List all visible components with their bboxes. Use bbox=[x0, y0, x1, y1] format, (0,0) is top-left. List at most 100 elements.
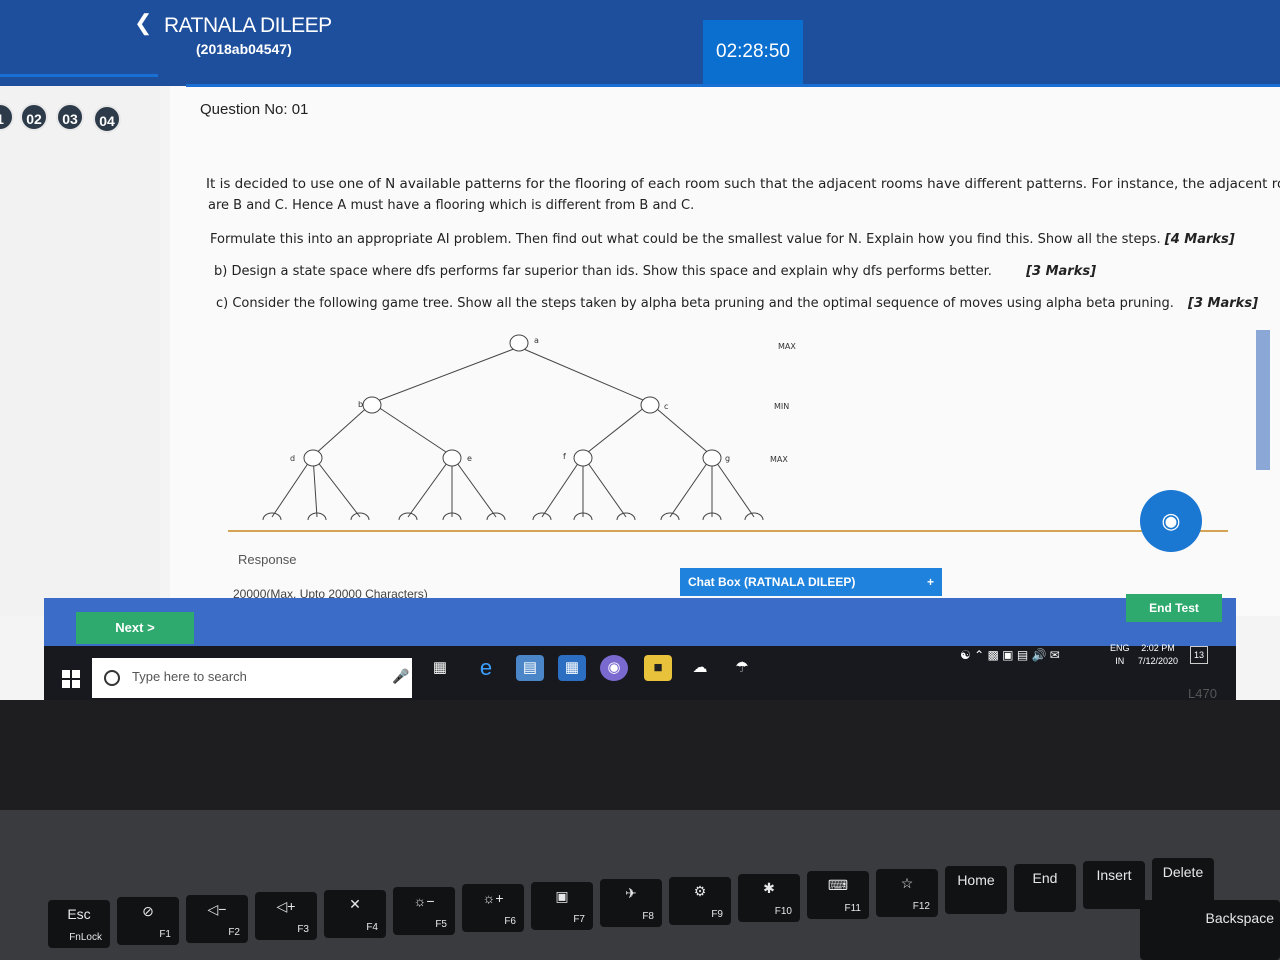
key-sublabel: F8 bbox=[642, 911, 654, 922]
key-label: Delete bbox=[1162, 864, 1204, 880]
scrollbar[interactable] bbox=[1256, 330, 1270, 470]
file-explorer-icon[interactable]: ▤ bbox=[516, 655, 544, 681]
key-label: ⊘ bbox=[142, 903, 154, 919]
key-f5[interactable]: ☼− F5 bbox=[393, 887, 455, 935]
key-label: ⚙ bbox=[693, 883, 707, 899]
end-test-button[interactable]: End Test bbox=[1126, 594, 1222, 622]
tree-node-g bbox=[702, 449, 722, 467]
app-header: ❮ RATNALA DILEEP (2018ab04547) 02:28:50 bbox=[0, 0, 1280, 86]
edge-browser-icon[interactable]: e bbox=[472, 655, 500, 681]
key-f7[interactable]: ▣ F7 bbox=[531, 882, 593, 930]
marks-label: [4 Marks] bbox=[1164, 232, 1235, 247]
question-text-line: It is decided to use one of N available … bbox=[206, 176, 1280, 192]
key-delete[interactable]: Delete bbox=[1152, 858, 1214, 906]
key-f3[interactable]: ◁+ F3 bbox=[255, 892, 317, 940]
key-sublabel: F2 bbox=[228, 927, 240, 938]
key-sublabel: F12 bbox=[912, 901, 930, 912]
question-navigation-panel bbox=[0, 86, 160, 616]
tree-node-d bbox=[303, 449, 323, 467]
question-nav-04[interactable]: 04 bbox=[93, 105, 121, 133]
candidate-id: (2018ab04547) bbox=[196, 41, 292, 57]
key-f6[interactable]: ☼+ F6 bbox=[462, 884, 524, 932]
windows-start-icon[interactable] bbox=[62, 670, 80, 688]
next-button[interactable]: Next > bbox=[76, 612, 194, 644]
question-part-b-text: b) Design a state space where dfs perfor… bbox=[214, 264, 992, 279]
key-sublabel: F10 bbox=[774, 906, 792, 917]
key-f10[interactable]: ✱ F10 bbox=[738, 874, 800, 922]
key-label: ⌨ bbox=[827, 877, 849, 893]
candidate-name: RATNALA DILEEP bbox=[164, 14, 332, 37]
taskbar-clock[interactable]: 2:02 PM 7/12/2020 bbox=[1138, 642, 1178, 668]
chat-box-label: Chat Box (RATNALA DILEEP) bbox=[688, 575, 856, 589]
chat-box-header[interactable]: Chat Box (RATNALA DILEEP) + bbox=[680, 568, 942, 596]
camera-button[interactable]: ◉ bbox=[1140, 490, 1202, 552]
question-part-b: b) Design a state space where dfs perfor… bbox=[214, 264, 1096, 279]
sticky-notes-icon[interactable]: ■ bbox=[644, 655, 672, 681]
region-code: IN bbox=[1115, 656, 1125, 666]
key-sublabel: F6 bbox=[504, 916, 516, 927]
expand-plus-icon[interactable]: + bbox=[927, 568, 934, 596]
response-label: Response bbox=[238, 552, 297, 567]
question-text-line: are B and C. Hence A must have a floorin… bbox=[208, 198, 695, 213]
key-end[interactable]: End bbox=[1014, 864, 1076, 912]
key-insert[interactable]: Insert bbox=[1083, 861, 1145, 909]
app-icon[interactable]: ☁ bbox=[686, 655, 714, 681]
key-label: ☼+ bbox=[482, 890, 504, 906]
taskbar-search-box[interactable]: Type here to search 🎤 bbox=[92, 658, 412, 698]
screen: ❮ RATNALA DILEEP (2018ab04547) 02:28:50 … bbox=[0, 0, 1280, 700]
chrome-icon[interactable]: ◉ bbox=[600, 655, 628, 681]
key-sublabel: F7 bbox=[573, 914, 585, 925]
game-tree-diagram: a b c d e f g MAX MIN MAX bbox=[262, 334, 796, 521]
task-view-icon[interactable]: ▦ bbox=[426, 655, 454, 681]
tree-node-c bbox=[640, 396, 660, 414]
question-part-a: Formulate this into an appropriate AI pr… bbox=[210, 232, 1235, 247]
node-label-a: a bbox=[534, 336, 539, 345]
key-f1[interactable]: ⊘ F1 bbox=[117, 897, 179, 945]
back-chevron-icon[interactable]: ❮ bbox=[134, 10, 152, 36]
key-sublabel: F11 bbox=[844, 903, 862, 914]
key-f12[interactable]: ☆ F12 bbox=[876, 869, 938, 917]
laptop-bezel bbox=[0, 700, 1280, 810]
notification-center-icon[interactable]: 13 bbox=[1190, 646, 1208, 664]
key-sublabel: F3 bbox=[297, 924, 309, 935]
question-part-a-text: Formulate this into an appropriate AI pr… bbox=[210, 232, 1161, 247]
tree-node-e bbox=[442, 449, 462, 467]
clock-date: 7/12/2020 bbox=[1138, 656, 1179, 666]
key-f8[interactable]: ✈ F8 bbox=[600, 879, 662, 927]
node-label-c: c bbox=[664, 402, 668, 411]
system-tray-icons[interactable]: ☯ ⌃ ▩ ▣ ▤ 🔊 ✉ bbox=[960, 648, 1060, 662]
backspace-key[interactable]: Backspace bbox=[1140, 900, 1280, 960]
question-nav-02[interactable]: 02 bbox=[20, 103, 48, 131]
app-icon[interactable]: ☂ bbox=[728, 655, 756, 681]
store-icon[interactable]: ▦ bbox=[558, 655, 586, 681]
node-label-b: b bbox=[358, 400, 363, 409]
key-sublabel: F9 bbox=[711, 909, 723, 920]
divider bbox=[0, 74, 158, 77]
level-label-min: MIN bbox=[774, 402, 789, 411]
key-label: ☆ bbox=[900, 875, 914, 891]
key-label: ✕ bbox=[349, 896, 361, 912]
node-label-e: e bbox=[467, 454, 472, 463]
microphone-icon[interactable]: 🎤 bbox=[392, 668, 409, 685]
key-home[interactable]: Home bbox=[945, 866, 1007, 914]
key-label: ◁+ bbox=[276, 898, 296, 914]
key-f4[interactable]: ✕ F4 bbox=[324, 890, 386, 938]
node-label-f: f bbox=[563, 452, 566, 461]
key-f2[interactable]: ◁− F2 bbox=[186, 895, 248, 943]
question-number: Question No: 01 bbox=[200, 101, 309, 118]
language-indicator[interactable]: ENG IN bbox=[1110, 642, 1130, 668]
key-f11[interactable]: ⌨ F11 bbox=[807, 871, 869, 919]
divider bbox=[186, 84, 1280, 87]
key-f9[interactable]: ⚙ F9 bbox=[669, 877, 731, 925]
level-label-max: MAX bbox=[770, 455, 788, 464]
question-nav-03[interactable]: 03 bbox=[56, 103, 84, 131]
node-label-g: g bbox=[725, 454, 730, 463]
language-code: ENG bbox=[1110, 643, 1130, 653]
key-label: ☼− bbox=[413, 893, 435, 909]
key-fnlock[interactable]: Esc FnLock bbox=[48, 900, 110, 948]
marks-label: [3 Marks] bbox=[1026, 264, 1097, 279]
key-sublabel: F5 bbox=[435, 919, 447, 930]
key-label: ✈ bbox=[625, 885, 637, 901]
clock-time: 2:02 PM bbox=[1141, 643, 1175, 653]
cortana-circle-icon bbox=[104, 670, 120, 686]
